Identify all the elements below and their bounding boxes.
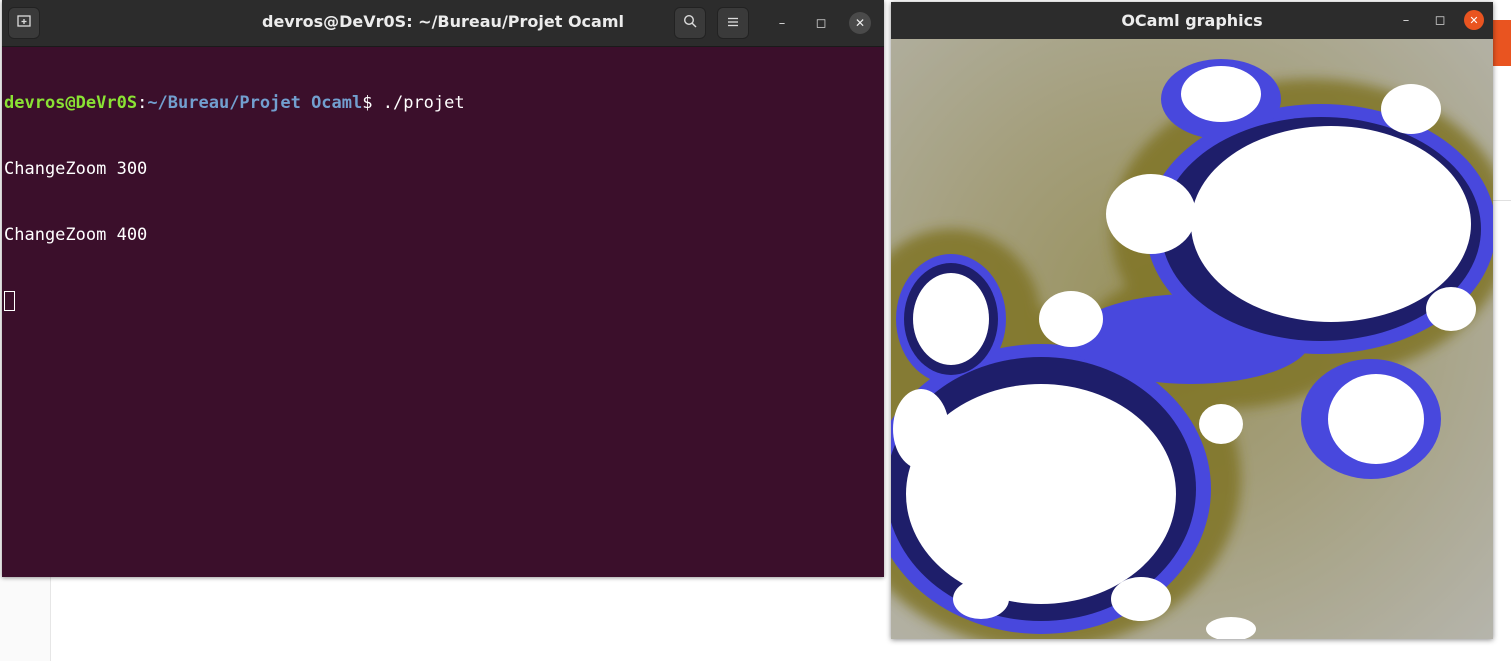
terminal-output[interactable]: devros@DeVr0S:~/Bureau/Projet Ocaml$ ./p… <box>4 48 880 573</box>
search-icon <box>683 14 697 32</box>
terminal-window[interactable]: devros@DeVr0S: ~/Bureau/Projet Ocaml – ◻… <box>2 0 884 577</box>
terminal-titlebar[interactable]: devros@DeVr0S: ~/Bureau/Projet Ocaml – ◻… <box>2 0 884 47</box>
graphics-close-button[interactable]: ✕ <box>1464 10 1484 30</box>
output-line: ChangeZoom 300 <box>4 159 148 179</box>
maximize-icon: ◻ <box>815 15 827 31</box>
close-icon: ✕ <box>854 16 866 30</box>
prompt-dollar: $ <box>362 93 373 113</box>
text-cursor <box>4 291 15 311</box>
prompt-line: devros@DeVr0S:~/Bureau/Projet Ocaml$ ./p… <box>4 92 880 114</box>
minimize-icon: – <box>1402 12 1410 28</box>
menu-button[interactable] <box>717 7 749 39</box>
ocaml-graphics-window[interactable]: OCaml graphics – ◻ ✕ <box>891 2 1493 639</box>
prompt-path: ~/Bureau/Projet Ocaml <box>147 93 363 113</box>
cursor-line <box>4 290 880 312</box>
graphics-maximize-button[interactable]: ◻ <box>1430 10 1450 30</box>
terminal-title: devros@DeVr0S: ~/Bureau/Projet Ocaml <box>262 12 624 31</box>
hamburger-menu-icon <box>727 14 739 32</box>
close-button[interactable]: ✕ <box>849 12 871 34</box>
graphics-minimize-button[interactable]: – <box>1396 10 1416 30</box>
output-line: ChangeZoom 400 <box>4 225 148 245</box>
close-icon: ✕ <box>1469 13 1479 27</box>
prompt-command: ./projet <box>372 93 465 113</box>
fractal-image <box>891 39 1493 639</box>
minimize-icon: – <box>778 15 786 31</box>
maximize-icon: ◻ <box>1434 12 1446 28</box>
prompt-colon: : <box>137 93 148 113</box>
minimize-button[interactable]: – <box>771 12 793 34</box>
fractal-canvas[interactable] <box>891 39 1493 639</box>
maximize-button[interactable]: ◻ <box>810 12 832 34</box>
prompt-user-host: devros@DeVr0S <box>4 93 138 113</box>
search-button[interactable] <box>674 7 706 39</box>
graphics-titlebar[interactable]: OCaml graphics – ◻ ✕ <box>891 2 1493 39</box>
